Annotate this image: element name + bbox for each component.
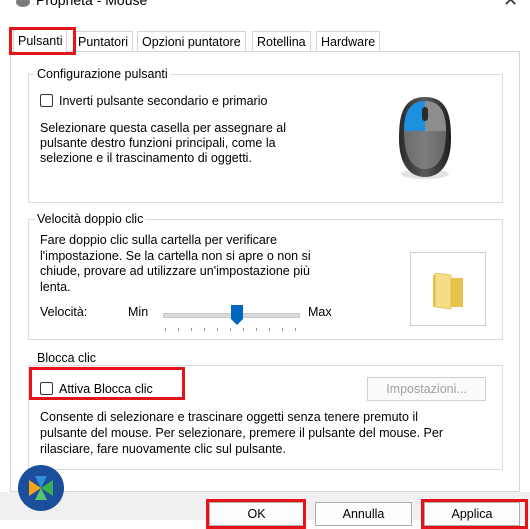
speed-label: Velocità:: [40, 305, 88, 319]
tab-hardware[interactable]: Hardware: [316, 31, 381, 51]
click-lock-description-3: rilasciare, fare nuovamente clic sul pul…: [40, 442, 286, 456]
title-bar: Proprietà - Mouse ✕: [0, 0, 530, 14]
tab-label: Pulsanti: [18, 34, 63, 48]
double-click-description-1: Fare doppio clic sulla cartella per veri…: [40, 233, 277, 247]
speed-slider-thumb[interactable]: [230, 304, 244, 326]
tab-label: Opzioni puntatore: [142, 35, 241, 49]
cancel-button[interactable]: Annulla: [315, 502, 412, 526]
close-icon[interactable]: ✕: [503, 0, 518, 11]
mouse-illustration: [361, 79, 489, 191]
tab-pulsanti[interactable]: Pulsanti: [13, 29, 68, 52]
double-click-description-2: l'impostazione. Se la cartella non si ap…: [40, 249, 311, 263]
mouse-app-icon: [14, 0, 32, 8]
slider-tick: [282, 328, 283, 331]
tab-opzioni-puntatore[interactable]: Opzioni puntatore: [137, 31, 246, 51]
invert-buttons-checkbox[interactable]: [40, 94, 53, 107]
tab-label: Hardware: [321, 35, 376, 49]
click-lock-description-2: pulsante del mouse. Per selezionare, pre…: [40, 426, 443, 440]
click-lock-settings-button[interactable]: Impostazioni...: [367, 377, 486, 401]
tab-puntatori[interactable]: Puntatori: [73, 31, 134, 51]
test-folder-area[interactable]: [410, 252, 486, 326]
button-config-description-3: selezione e il trascinamento di oggetti.: [40, 151, 252, 165]
slider-tick: [191, 328, 192, 331]
button-config-description-1: Selezionare questa casella per assegnare…: [40, 121, 286, 135]
slider-tick: [243, 328, 244, 331]
speed-max-label: Max: [308, 305, 332, 319]
slider-tick: [217, 328, 218, 331]
slider-tick: [269, 328, 270, 331]
slider-tick: [230, 328, 231, 331]
apply-button[interactable]: Applica: [424, 502, 520, 526]
group-label-button-config: Configurazione pulsanti: [35, 67, 170, 81]
slider-tick: [256, 328, 257, 331]
mouse-icon: [399, 97, 451, 179]
folder-icon: [433, 272, 463, 310]
click-lock-description-1: Consente di selezionare e trascinare ogg…: [40, 410, 418, 424]
slider-tick: [204, 328, 205, 331]
slider-tick: [295, 328, 296, 331]
invert-buttons-label: Inverti pulsante secondario e primario: [59, 94, 268, 108]
tab-rotellina[interactable]: Rotellina: [252, 31, 311, 51]
tab-label: Rotellina: [257, 35, 306, 49]
ok-button[interactable]: OK: [209, 502, 304, 526]
click-lock-checkbox[interactable]: [40, 382, 53, 395]
speed-min-label: Min: [128, 305, 149, 319]
window-title: Proprietà - Mouse: [36, 0, 148, 8]
double-click-description-3: chiude, provare ad utilizzare un'imposta…: [40, 264, 310, 278]
button-config-description-2: pulsante destro funzioni principali, com…: [40, 136, 276, 150]
group-label-double-click: Velocità doppio clic: [35, 212, 146, 226]
group-label-click-lock: Blocca clic: [35, 351, 99, 365]
slider-tick: [178, 328, 179, 331]
tab-label: Puntatori: [78, 35, 129, 49]
watermark-logo-icon: [17, 464, 65, 512]
double-click-description-4: lenta.: [40, 280, 71, 294]
click-lock-label: Attiva Blocca clic: [59, 382, 153, 396]
slider-tick: [165, 328, 166, 331]
